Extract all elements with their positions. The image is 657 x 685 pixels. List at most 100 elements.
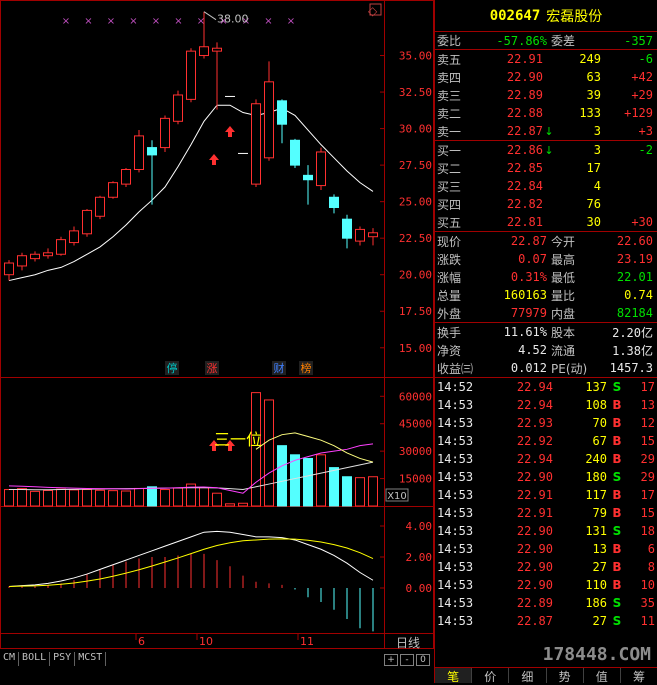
tick-row[interactable]: 14:53 22.91 79 B 15 [435,504,657,522]
tick-row[interactable]: 14:53 22.89 186 S 35 [435,594,657,612]
tab-indicator-psy[interactable]: PSY [50,652,76,666]
tick-row[interactable]: 14:53 22.90 110 B 10 [435,576,657,594]
candle[interactable] [303,165,313,205]
volume-bar[interactable] [173,487,183,507]
bids-row[interactable]: 买一 22.86 ↓ 3 -2 [435,141,657,159]
volume-bar[interactable] [147,486,157,507]
tab-indicator-mcst[interactable]: MCST [75,652,107,666]
tab-jia[interactable]: 价 [472,668,510,684]
tab-indicator-cm[interactable]: CM [0,652,20,666]
candle[interactable] [134,130,144,173]
volume-bar[interactable] [82,489,92,507]
stock-name: 宏磊股份 [546,8,603,25]
candle[interactable] [147,140,157,205]
tick-row[interactable]: 14:53 22.90 180 S 29 [435,468,657,486]
volume-bar[interactable] [30,490,40,507]
volume-bar[interactable] [43,489,53,507]
volume-bar[interactable] [264,399,274,507]
volume-bar[interactable] [199,487,209,507]
candle[interactable] [43,248,53,259]
candle[interactable] [69,226,79,246]
volume-bar[interactable] [69,489,79,507]
volume-bar[interactable] [225,503,235,507]
candle[interactable] [186,48,196,103]
asks-row[interactable]: 卖四 22.90 63 +42 [435,68,657,86]
candle[interactable] [108,181,118,199]
volume-bar[interactable] [316,454,326,507]
candle[interactable] [277,99,287,144]
volume-bar[interactable] [368,476,378,507]
tab-bi[interactable]: 笔 [435,668,473,684]
tick-list[interactable]: 14:52 22.94 137 S 17 14:53 22.94 108 B 13 14:53 22.… [435,378,657,630]
candle[interactable] [17,252,27,271]
kline-chart[interactable]: ◇35.0032.5030.0027.5025.0022.5020.0017.5… [0,0,434,683]
volume-bar[interactable] [290,454,300,507]
tick-row[interactable]: 14:53 22.94 240 B 29 [435,450,657,468]
tab-chou[interactable]: 筹 [621,668,657,684]
tick-row[interactable]: 14:53 22.93 70 B 12 [435,414,657,432]
candle[interactable] [121,168,131,188]
volume-bar[interactable] [329,467,339,507]
volume-bar[interactable] [303,457,313,507]
tick-count: 6 [647,542,655,556]
tick-row[interactable]: 14:53 22.92 67 B 15 [435,432,657,450]
price-tick-label: 27.50 [399,159,432,172]
tick-row[interactable]: 14:52 22.94 137 S 17 [435,378,657,396]
candle[interactable] [82,208,92,237]
candle[interactable] [95,195,105,220]
tick-row[interactable]: 14:53 22.87 27 S 11 [435,612,657,630]
candle[interactable] [212,42,222,110]
weicha-label: 委差 [551,34,576,48]
zoom-out-button[interactable]: - [400,654,414,666]
zoom-in-button[interactable]: + [384,654,398,666]
volume-bar[interactable] [108,490,118,507]
volume-bar[interactable] [17,488,27,507]
candle[interactable] [329,194,339,214]
asks-row[interactable]: 卖二 22.88 133 +129 [435,104,657,122]
tick-row[interactable]: 14:53 22.90 131 S 18 [435,522,657,540]
candle[interactable] [4,260,14,281]
bids-row[interactable]: 买五 22.81 30 +30 [435,213,657,231]
volume-bar[interactable] [238,502,248,507]
tab-indicator-boll[interactable]: BOLL [19,652,51,666]
tab-xi[interactable]: 细 [509,668,547,684]
candle[interactable] [30,251,40,262]
volume-bar[interactable] [121,490,131,507]
volume-bar[interactable] [342,476,352,507]
reset-button[interactable]: 0 [416,654,430,666]
candle[interactable] [251,99,261,188]
candle[interactable] [56,236,66,256]
tick-row[interactable]: 14:53 22.91 117 B 17 [435,486,657,504]
tab-zhi[interactable]: 值 [584,668,621,684]
tick-count: 15 [640,434,655,448]
candle[interactable] [264,61,274,161]
asks-row[interactable]: 卖五 22.91 249 -6 [435,50,657,68]
candle[interactable] [355,226,365,246]
volume-bar[interactable] [95,489,105,507]
bids-row[interactable]: 买二 22.85 17 [435,159,657,177]
volume-bar[interactable] [277,445,287,507]
candle[interactable] [160,115,170,152]
candle[interactable] [368,228,378,246]
bids-row[interactable]: 买三 22.84 4 [435,177,657,195]
kline-chart-area[interactable]: ◇ 35.00 32.50 30.00 27.50 25.00 22.50 20.00 17.5… [0,0,434,683]
candle[interactable] [290,138,300,169]
volume-bar[interactable] [160,489,170,507]
candle[interactable] [173,90,183,125]
volume-bar[interactable] [56,488,66,507]
period-label[interactable]: 日线 [396,634,420,651]
bids-label: 买三 [437,179,462,194]
tick-row[interactable]: 14:53 22.94 108 B 13 [435,396,657,414]
candle[interactable] [316,147,326,190]
volume-bar[interactable] [4,489,14,507]
bids-row[interactable]: 买四 22.82 76 [435,195,657,213]
tick-row[interactable]: 14:53 22.90 13 B 6 [435,540,657,558]
volume-bar[interactable] [355,477,365,507]
candle[interactable] [342,214,352,249]
asks-row[interactable]: 卖一 22.87 ↓ 3 +3 [435,122,657,140]
volume-bar[interactable] [134,487,144,507]
volume-bar[interactable] [212,492,222,507]
tick-row[interactable]: 14:53 22.90 27 B 8 [435,558,657,576]
asks-row[interactable]: 卖三 22.89 39 +29 [435,86,657,104]
tab-shi[interactable]: 势 [547,668,584,684]
